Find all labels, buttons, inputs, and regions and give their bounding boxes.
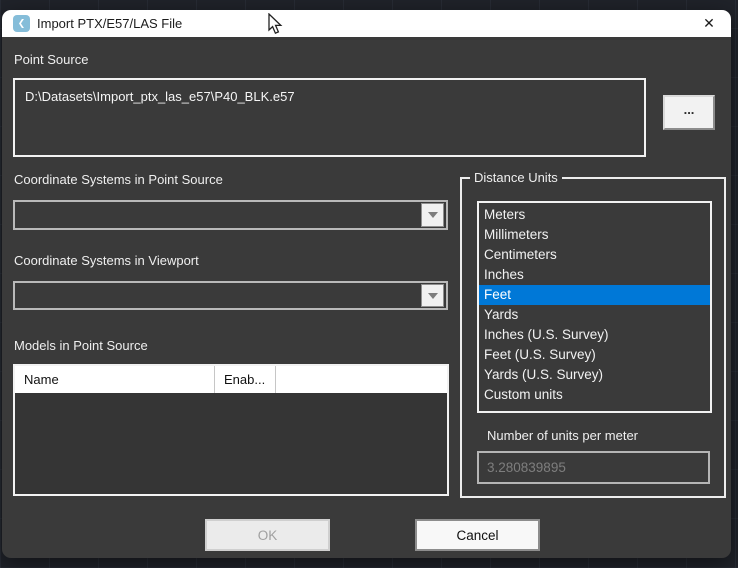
units-per-meter-label: Number of units per meter bbox=[487, 428, 638, 443]
unit-option-feet-us-survey[interactable]: Feet (U.S. Survey) bbox=[479, 345, 710, 365]
unit-option-inches-us-survey[interactable]: Inches (U.S. Survey) bbox=[479, 325, 710, 345]
point-source-label: Point Source bbox=[14, 52, 88, 67]
chevron-down-icon bbox=[428, 293, 438, 299]
unit-option-inches[interactable]: Inches bbox=[479, 265, 710, 285]
point-source-path-field[interactable]: D:\Datasets\Import_ptx_las_e57\P40_BLK.e… bbox=[13, 78, 646, 157]
import-dialog-window: ❮ Import PTX/E57/LAS File ✕ Point Source… bbox=[2, 10, 731, 558]
desktop-background: ❮ Import PTX/E57/LAS File ✕ Point Source… bbox=[0, 0, 738, 568]
cs-point-source-label: Coordinate Systems in Point Source bbox=[14, 172, 223, 187]
ok-button[interactable]: OK bbox=[205, 519, 330, 551]
models-table-body[interactable] bbox=[15, 393, 447, 496]
distance-units-group-label: Distance Units bbox=[470, 170, 562, 185]
chevron-down-icon bbox=[428, 212, 438, 218]
models-label: Models in Point Source bbox=[14, 338, 148, 353]
units-per-meter-input[interactable]: 3.280839895 bbox=[477, 451, 710, 484]
close-icon: ✕ bbox=[703, 15, 715, 32]
models-table-header: Name Enab... bbox=[15, 366, 447, 393]
cs-viewport-label: Coordinate Systems in Viewport bbox=[14, 253, 199, 268]
column-header-enabled[interactable]: Enab... bbox=[215, 366, 276, 393]
distance-units-listbox[interactable]: Meters Millimeters Centimeters Inches Fe… bbox=[477, 201, 712, 413]
unit-option-centimeters[interactable]: Centimeters bbox=[479, 245, 710, 265]
app-icon: ❮ bbox=[13, 15, 30, 32]
unit-option-millimeters[interactable]: Millimeters bbox=[479, 225, 710, 245]
cs-point-source-dropdown-button[interactable] bbox=[421, 203, 444, 227]
column-header-name[interactable]: Name bbox=[15, 366, 215, 393]
unit-option-custom-units[interactable]: Custom units bbox=[479, 385, 710, 405]
unit-option-yards[interactable]: Yards bbox=[479, 305, 710, 325]
models-table[interactable]: Name Enab... bbox=[13, 364, 449, 496]
unit-option-yards-us-survey[interactable]: Yards (U.S. Survey) bbox=[479, 365, 710, 385]
browse-button[interactable]: ... bbox=[663, 95, 715, 130]
unit-option-meters[interactable]: Meters bbox=[479, 205, 710, 225]
dialog-title: Import PTX/E57/LAS File bbox=[37, 16, 182, 31]
cs-viewport-combobox[interactable] bbox=[13, 281, 448, 310]
close-button[interactable]: ✕ bbox=[695, 11, 723, 36]
units-per-meter-value: 3.280839895 bbox=[487, 460, 566, 475]
titlebar[interactable]: ❮ Import PTX/E57/LAS File ✕ bbox=[2, 10, 731, 37]
cs-viewport-dropdown-button[interactable] bbox=[421, 284, 444, 307]
cs-point-source-combobox[interactable] bbox=[13, 200, 448, 230]
column-header-spacer bbox=[276, 366, 447, 393]
cancel-button[interactable]: Cancel bbox=[415, 519, 540, 551]
point-source-path-value: D:\Datasets\Import_ptx_las_e57\P40_BLK.e… bbox=[25, 89, 295, 104]
unit-option-feet[interactable]: Feet bbox=[479, 285, 710, 305]
